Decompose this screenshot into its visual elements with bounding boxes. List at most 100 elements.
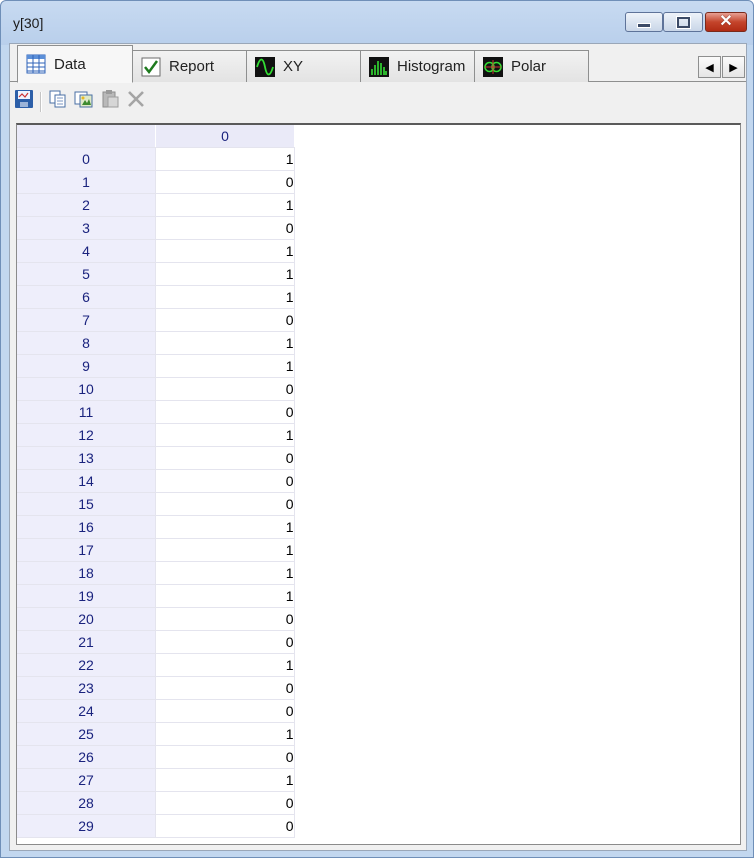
row-header[interactable]: 20 bbox=[17, 607, 156, 631]
row-header[interactable]: 21 bbox=[17, 630, 156, 654]
row-header[interactable]: 19 bbox=[17, 584, 156, 608]
table-row: 29 0 bbox=[17, 814, 295, 838]
minimize-button[interactable] bbox=[625, 12, 663, 32]
tab-histogram[interactable]: Histogram bbox=[360, 50, 475, 82]
data-cell[interactable]: 0 bbox=[155, 377, 295, 401]
data-cell[interactable]: 1 bbox=[155, 768, 295, 792]
row-header[interactable]: 17 bbox=[17, 538, 156, 562]
app-window: y[30] ✕ Data Report XY Histogram Polar ◀… bbox=[0, 0, 754, 858]
data-cell[interactable]: 1 bbox=[155, 354, 295, 378]
row-header[interactable]: 4 bbox=[17, 239, 156, 263]
paste-icon bbox=[100, 89, 120, 114]
paste-button[interactable] bbox=[98, 89, 122, 114]
row-header[interactable]: 27 bbox=[17, 768, 156, 792]
data-cell[interactable]: 1 bbox=[155, 147, 295, 171]
row-header[interactable]: 14 bbox=[17, 469, 156, 493]
corner-cell[interactable] bbox=[17, 125, 156, 148]
data-cell[interactable]: 0 bbox=[155, 745, 295, 769]
row-header[interactable]: 6 bbox=[17, 285, 156, 309]
table-row: 61 bbox=[17, 285, 295, 309]
tab-data[interactable]: Data bbox=[17, 45, 133, 83]
toolbar bbox=[10, 82, 746, 118]
close-icon: ✕ bbox=[719, 13, 733, 30]
column-header[interactable]: 0 bbox=[155, 125, 294, 148]
copy-button[interactable] bbox=[46, 90, 70, 112]
row-header[interactable]: 10 bbox=[17, 377, 156, 401]
tab-scroll-right-button[interactable]: ▶ bbox=[722, 56, 745, 78]
data-grid[interactable]: 0 0 1 1 0 2 1 3 0 4 1 5 1 6 1 7 0 8 1 9 1 10 0 11 0 12 1 13 0 14 0 15 0… bbox=[16, 123, 741, 845]
table-row: 01 bbox=[17, 147, 295, 171]
data-cell[interactable]: 1 bbox=[155, 584, 295, 608]
data-cell[interactable]: 0 bbox=[155, 676, 295, 700]
data-cell[interactable]: 1 bbox=[155, 423, 295, 447]
data-cell[interactable]: 1 bbox=[155, 331, 295, 355]
row-header[interactable]: 0 bbox=[17, 147, 156, 171]
row-header[interactable]: 3 bbox=[17, 216, 156, 240]
tab-polar[interactable]: Polar bbox=[474, 50, 589, 82]
data-cell[interactable]: 1 bbox=[155, 538, 295, 562]
table-row: 10 0 bbox=[17, 377, 295, 401]
save-button[interactable] bbox=[12, 89, 36, 112]
table-row: 28 0 bbox=[17, 791, 295, 815]
tab-report[interactable]: Report bbox=[132, 50, 247, 82]
row-header[interactable]: 22 bbox=[17, 653, 156, 677]
copy-image-button[interactable] bbox=[72, 90, 96, 112]
row-header[interactable]: 1 bbox=[17, 170, 156, 194]
data-cell[interactable]: 0 bbox=[155, 446, 295, 470]
row-header[interactable]: 23 bbox=[17, 676, 156, 700]
data-cell[interactable]: 0 bbox=[155, 791, 295, 815]
row-header[interactable]: 13 bbox=[17, 446, 156, 470]
row-header[interactable]: 25 bbox=[17, 722, 156, 746]
table-row: 22 1 bbox=[17, 653, 295, 677]
grid-body: 0 1 1 0 2 1 3 0 4 1 5 1 6 1 7 0 8 1 9 1 10 0 11 0 12 1 13 0 14 0 15 0 16… bbox=[17, 147, 295, 838]
row-header[interactable]: 16 bbox=[17, 515, 156, 539]
data-cell[interactable]: 0 bbox=[155, 216, 295, 240]
data-cell[interactable]: 0 bbox=[155, 170, 295, 194]
row-header[interactable]: 24 bbox=[17, 699, 156, 723]
row-header[interactable]: 29 bbox=[17, 814, 156, 838]
row-header[interactable]: 8 bbox=[17, 331, 156, 355]
row-header[interactable]: 18 bbox=[17, 561, 156, 585]
data-cell[interactable]: 1 bbox=[155, 285, 295, 309]
table-row: 30 bbox=[17, 216, 295, 240]
row-header[interactable]: 28 bbox=[17, 791, 156, 815]
table-row: 17 1 bbox=[17, 538, 295, 562]
maximize-button[interactable] bbox=[663, 12, 703, 32]
data-cell[interactable]: 1 bbox=[155, 515, 295, 539]
close-button[interactable]: ✕ bbox=[705, 12, 747, 32]
data-cell[interactable]: 1 bbox=[155, 722, 295, 746]
data-cell[interactable]: 1 bbox=[155, 262, 295, 286]
data-cell[interactable]: 0 bbox=[155, 469, 295, 493]
row-header[interactable]: 11 bbox=[17, 400, 156, 424]
data-cell[interactable]: 1 bbox=[155, 193, 295, 217]
title-bar[interactable]: y[30] ✕ bbox=[1, 1, 753, 43]
row-header[interactable]: 26 bbox=[17, 745, 156, 769]
data-cell[interactable]: 0 bbox=[155, 699, 295, 723]
tab-xy[interactable]: XY bbox=[246, 50, 361, 82]
data-cell[interactable]: 0 bbox=[155, 814, 295, 838]
row-header[interactable]: 5 bbox=[17, 262, 156, 286]
tab-label: Data bbox=[54, 55, 86, 73]
window-title: y[30] bbox=[13, 15, 44, 31]
row-header[interactable]: 2 bbox=[17, 193, 156, 217]
row-header[interactable]: 9 bbox=[17, 354, 156, 378]
table-row: 18 1 bbox=[17, 561, 295, 585]
row-header[interactable]: 12 bbox=[17, 423, 156, 447]
row-header[interactable]: 7 bbox=[17, 308, 156, 332]
maximize-icon bbox=[675, 15, 691, 29]
tab-strip: Data Report XY Histogram Polar ◀ ▶ bbox=[10, 44, 746, 83]
data-cell[interactable]: 0 bbox=[155, 630, 295, 654]
data-cell[interactable]: 1 bbox=[155, 239, 295, 263]
data-cell[interactable]: 0 bbox=[155, 308, 295, 332]
data-cell[interactable]: 0 bbox=[155, 400, 295, 424]
xy-plot-icon bbox=[255, 56, 275, 77]
toolbar-separator bbox=[40, 92, 42, 112]
data-cell[interactable]: 1 bbox=[155, 653, 295, 677]
delete-button[interactable] bbox=[124, 90, 148, 112]
data-cell[interactable]: 0 bbox=[155, 607, 295, 631]
tab-scroll-left-button[interactable]: ◀ bbox=[698, 56, 721, 78]
data-cell[interactable]: 0 bbox=[155, 492, 295, 516]
client-area: Data Report XY Histogram Polar ◀ ▶ 0 0 1… bbox=[9, 43, 747, 851]
data-cell[interactable]: 1 bbox=[155, 561, 295, 585]
row-header[interactable]: 15 bbox=[17, 492, 156, 516]
